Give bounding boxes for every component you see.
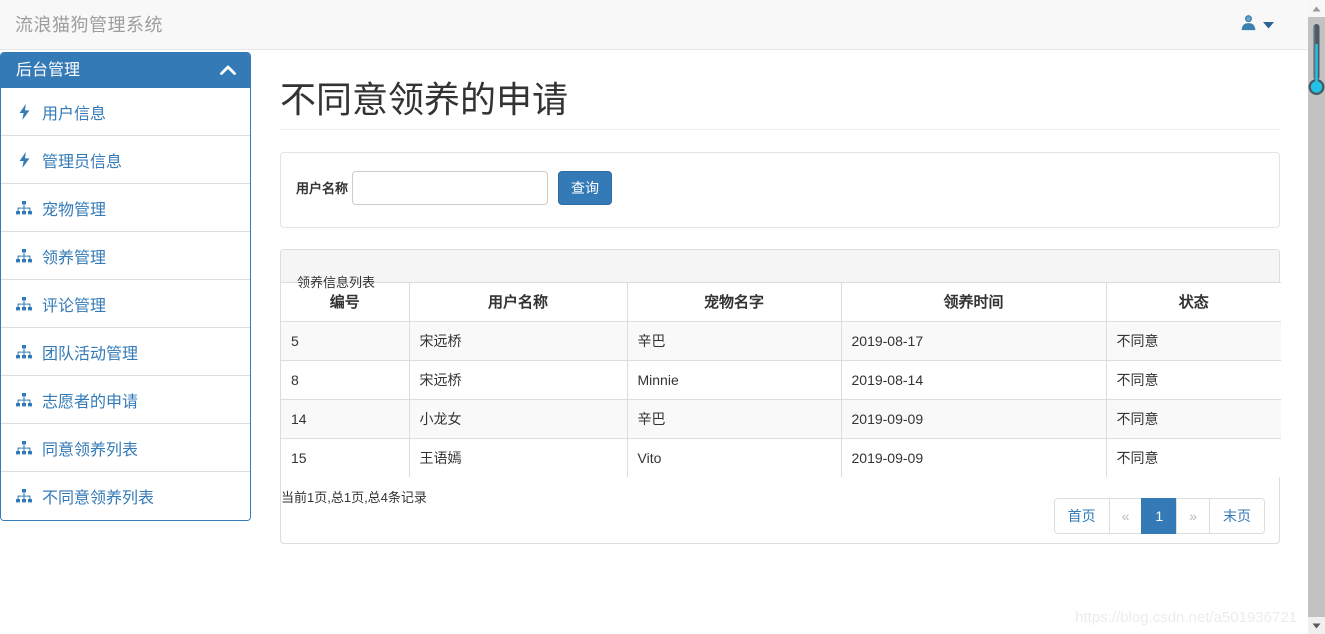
pagination: 首页 « 1 » 末页	[1053, 497, 1265, 534]
watermark: https://blog.csdn.net/a501936721	[1075, 609, 1297, 626]
sidebar: 后台管理 用户信息 管理员信息 宠物管理 领养管理 评论管理 团队活动管理 志愿…	[0, 52, 251, 521]
table-row[interactable]: 15 王语嫣 Vito 2019-09-09 不同意	[281, 437, 1281, 478]
pagination-last[interactable]: 末页	[1209, 497, 1265, 534]
sidebar-heading[interactable]: 后台管理	[1, 53, 250, 88]
sidebar-item-label: 用户信息	[42, 105, 107, 123]
column-header-date: 领养时间	[841, 281, 1107, 322]
cell-date: 2019-09-09	[841, 437, 1107, 478]
main-content: 不同意领养的申请 用户名称 查询 领养信息列表 编号 用户名称 宠物名字 领养时…	[280, 52, 1281, 544]
cell-id: 5	[281, 320, 410, 361]
chevron-up-icon	[219, 63, 237, 82]
pagination-next[interactable]: »	[1176, 497, 1209, 534]
sitemap-icon	[16, 344, 32, 359]
sidebar-item-label: 领养管理	[42, 249, 107, 267]
page-title: 不同意领养的申请	[280, 52, 1280, 130]
cell-id: 15	[281, 437, 410, 478]
sidebar-item-label: 同意领养列表	[42, 441, 139, 459]
search-label: 用户名称	[296, 181, 349, 197]
sidebar-item-pet-management[interactable]: 宠物管理	[1, 184, 250, 232]
sidebar-item-admin-info[interactable]: 管理员信息	[1, 136, 250, 184]
table-body: 5 宋远桥 辛巴 2019-08-17 不同意 8 宋远桥 Minnie 201…	[281, 320, 1281, 478]
column-header-user: 用户名称	[409, 281, 628, 322]
sidebar-item-team-activity-management[interactable]: 团队活动管理	[1, 328, 250, 376]
sidebar-item-user-info[interactable]: 用户信息	[1, 88, 250, 136]
sidebar-item-label: 管理员信息	[42, 153, 123, 171]
sitemap-icon	[16, 248, 32, 263]
sitemap-icon	[16, 200, 32, 215]
sidebar-item-rejected-adoption-list[interactable]: 不同意领养列表	[1, 472, 250, 520]
bolt-icon	[16, 151, 32, 168]
sidebar-item-label: 团队活动管理	[42, 345, 139, 363]
column-header-state: 状态	[1106, 281, 1281, 322]
sitemap-icon	[16, 392, 32, 407]
search-form: 用户名称 查询	[296, 170, 1264, 205]
search-panel: 用户名称 查询	[280, 151, 1280, 228]
sidebar-item-comment-management[interactable]: 评论管理	[1, 280, 250, 328]
search-input[interactable]	[352, 170, 549, 205]
app-title: 流浪猫狗管理系统	[15, 15, 163, 35]
cell-state: 不同意	[1106, 398, 1281, 439]
scroll-down-button[interactable]	[1308, 617, 1325, 634]
caret-down-icon	[1263, 16, 1274, 34]
vertical-scrollbar[interactable]	[1308, 0, 1325, 634]
cell-id: 14	[281, 398, 410, 439]
sidebar-menu: 用户信息 管理员信息 宠物管理 领养管理 评论管理 团队活动管理 志愿者的申请 …	[1, 88, 250, 520]
user-icon	[1240, 14, 1257, 36]
sidebar-heading-label: 后台管理	[16, 62, 81, 79]
sidebar-panel: 后台管理 用户信息 管理员信息 宠物管理 领养管理 评论管理 团队活动管理 志愿…	[0, 52, 251, 521]
sidebar-item-label: 评论管理	[42, 297, 107, 315]
top-navbar: 流浪猫狗管理系统	[0, 0, 1308, 50]
sitemap-icon	[16, 489, 32, 503]
cell-state: 不同意	[1106, 437, 1281, 478]
sidebar-item-adoption-management[interactable]: 领养管理	[1, 232, 250, 280]
cell-id: 8	[281, 359, 410, 400]
scroll-up-arrow-icon	[1312, 6, 1321, 11]
table-row[interactable]: 5 宋远桥 辛巴 2019-08-17 不同意	[281, 320, 1281, 361]
cell-pet: 辛巴	[627, 398, 842, 439]
scroll-down-arrow-icon	[1312, 623, 1321, 628]
cell-pet: 辛巴	[627, 320, 842, 361]
scrollbar-thumb[interactable]	[1308, 22, 1325, 100]
column-header-pet: 宠物名字	[627, 281, 842, 322]
bolt-icon	[16, 103, 32, 120]
table-row[interactable]: 14 小龙女 辛巴 2019-09-09 不同意	[281, 398, 1281, 439]
pagination-first[interactable]: 首页	[1053, 497, 1109, 534]
sidebar-item-label: 不同意领养列表	[42, 490, 155, 507]
search-button[interactable]: 查询	[558, 170, 613, 205]
table-panel-title: 领养信息列表	[297, 274, 376, 290]
cell-user: 宋远桥	[409, 359, 628, 400]
cell-date: 2019-08-17	[841, 320, 1107, 361]
pagination-page-1[interactable]: 1	[1141, 497, 1177, 534]
sitemap-icon	[16, 296, 32, 311]
cell-state: 不同意	[1106, 359, 1281, 400]
cell-pet: Minnie	[627, 359, 842, 400]
cell-user: 宋远桥	[409, 320, 628, 361]
pagination-prev[interactable]: «	[1108, 497, 1142, 534]
sitemap-icon	[16, 440, 32, 455]
sidebar-item-volunteer-application[interactable]: 志愿者的申请	[1, 376, 250, 424]
cell-user: 小龙女	[409, 398, 628, 439]
sidebar-item-label: 宠物管理	[42, 201, 107, 219]
adoption-table: 编号 用户名称 宠物名字 领养时间 状态 5 宋远桥 辛巴 2019-08-17…	[281, 281, 1281, 478]
scroll-up-button[interactable]	[1308, 0, 1325, 17]
cell-pet: Vito	[627, 437, 842, 478]
page-info: 当前1页,总1页,总4条记录	[281, 489, 427, 505]
app-root: 流浪猫狗管理系统 后台管理 用户信息 管理员信息 宠物管理 领养管理 评论管理 …	[0, 0, 1325, 634]
table-header-row: 编号 用户名称 宠物名字 领养时间 状态	[281, 281, 1281, 322]
table-row[interactable]: 8 宋远桥 Minnie 2019-08-14 不同意	[281, 359, 1281, 400]
cell-state: 不同意	[1106, 320, 1281, 361]
cell-date: 2019-09-09	[841, 398, 1107, 439]
table-head: 编号 用户名称 宠物名字 领养时间 状态	[281, 281, 1281, 322]
cell-user: 王语嫣	[409, 437, 628, 478]
cell-date: 2019-08-14	[841, 359, 1107, 400]
sidebar-item-label: 志愿者的申请	[42, 393, 139, 411]
user-menu[interactable]	[1240, 0, 1274, 50]
adoption-table-panel: 领养信息列表 编号 用户名称 宠物名字 领养时间 状态 5 宋远桥 辛巴 201…	[280, 248, 1281, 544]
sidebar-item-approved-adoption-list[interactable]: 同意领养列表	[1, 424, 250, 472]
